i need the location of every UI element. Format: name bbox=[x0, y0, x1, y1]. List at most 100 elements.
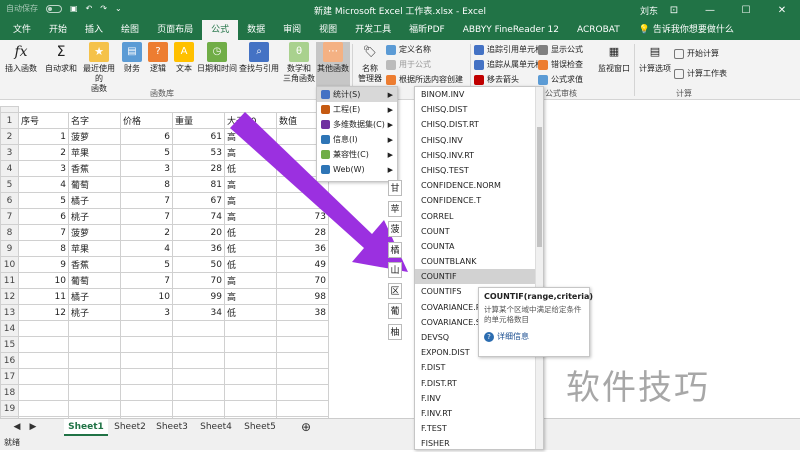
more-functions-button[interactable]: ⋯ 其他函数 bbox=[316, 42, 350, 86]
cell[interactable]: 28 bbox=[172, 160, 225, 177]
cell[interactable]: 28 bbox=[276, 224, 329, 241]
cell[interactable]: 7 bbox=[120, 192, 173, 209]
tab-draw[interactable]: 绘图 bbox=[112, 20, 148, 40]
cell[interactable] bbox=[172, 336, 225, 353]
row-header[interactable]: 1 bbox=[0, 112, 19, 129]
minimize-icon[interactable]: — bbox=[692, 0, 728, 20]
cell[interactable] bbox=[120, 368, 173, 385]
cell[interactable]: 低 bbox=[224, 256, 277, 273]
cell[interactable]: 香蕉 bbox=[68, 160, 121, 177]
partial-cell[interactable]: 山 bbox=[388, 262, 402, 278]
menu-item-web[interactable]: Web(W) ▶ bbox=[317, 162, 397, 177]
show-formulas-button[interactable]: 显示公式 bbox=[538, 44, 583, 55]
cell[interactable]: 低 bbox=[224, 304, 277, 321]
cell[interactable]: 6 bbox=[18, 208, 69, 225]
cell[interactable]: 苹果 bbox=[68, 144, 121, 161]
scroll-prev-sheet-icon[interactable]: ◀ bbox=[10, 419, 24, 436]
row-header[interactable]: 2 bbox=[0, 128, 19, 145]
cell[interactable]: 20 bbox=[172, 224, 225, 241]
error-check-button[interactable]: 错误检查 bbox=[538, 59, 583, 70]
row-header[interactable]: 12 bbox=[0, 288, 19, 305]
cell[interactable]: 苹果 bbox=[68, 240, 121, 257]
cell[interactable]: 桃子 bbox=[68, 208, 121, 225]
row-header[interactable]: 4 bbox=[0, 160, 19, 177]
tab-developer[interactable]: 开发工具 bbox=[346, 20, 400, 40]
cell[interactable] bbox=[18, 400, 69, 417]
cell[interactable]: 高 bbox=[224, 144, 277, 161]
close-icon[interactable]: ✕ bbox=[764, 0, 800, 20]
function-item[interactable]: FISHER bbox=[415, 436, 543, 451]
cell[interactable] bbox=[172, 384, 225, 401]
tab-home[interactable]: 开始 bbox=[40, 20, 76, 40]
cell[interactable]: 重量 bbox=[172, 112, 225, 129]
cell[interactable]: 2 bbox=[18, 144, 69, 161]
cell[interactable] bbox=[68, 352, 121, 369]
cell[interactable] bbox=[68, 320, 121, 337]
function-item[interactable]: CONFIDENCE.NORM bbox=[415, 178, 543, 193]
tab-view[interactable]: 视图 bbox=[310, 20, 346, 40]
row-header[interactable]: 11 bbox=[0, 272, 19, 289]
cell[interactable]: 高 bbox=[224, 208, 277, 225]
menu-item-cube[interactable]: 多维数据集(C) ▶ bbox=[317, 117, 397, 132]
cell[interactable]: 葡萄 bbox=[68, 272, 121, 289]
cell[interactable]: 61 bbox=[172, 128, 225, 145]
cell[interactable] bbox=[18, 352, 69, 369]
cell-table[interactable]: 1 序号 名字 价格 重量 大于50 数值 2 1 菠萝 6 61 高 3 2 苹果 5 53 高 4 3 香蕉 3 28 低 5… bbox=[0, 106, 329, 433]
function-item[interactable]: CHISQ.DIST bbox=[415, 102, 543, 117]
remove-arrows-button[interactable]: 移去箭头 bbox=[474, 74, 519, 85]
cell[interactable]: 大于50 bbox=[224, 112, 277, 129]
cell[interactable]: 67 bbox=[276, 192, 329, 209]
cell[interactable] bbox=[120, 400, 173, 417]
cell[interactable]: 高 bbox=[224, 272, 277, 289]
text-button[interactable]: A 文本 bbox=[172, 42, 196, 74]
cell[interactable]: 序号 bbox=[18, 112, 69, 129]
cell[interactable] bbox=[224, 384, 277, 401]
cell[interactable]: 36 bbox=[276, 240, 329, 257]
tab-data[interactable]: 数据 bbox=[238, 20, 274, 40]
cell[interactable]: 70 bbox=[276, 272, 329, 289]
row-header[interactable]: 10 bbox=[0, 256, 19, 273]
row-header[interactable]: 19 bbox=[0, 400, 19, 417]
tab-acrobat[interactable]: ACROBAT bbox=[568, 20, 629, 40]
cell[interactable]: 99 bbox=[172, 288, 225, 305]
cell[interactable] bbox=[224, 320, 277, 337]
tab-page-layout[interactable]: 页面布局 bbox=[148, 20, 202, 40]
function-item[interactable]: COUNTA bbox=[415, 239, 543, 254]
cell[interactable] bbox=[224, 336, 277, 353]
function-item[interactable]: F.DIST.RT bbox=[415, 376, 543, 391]
menu-item-compatibility[interactable]: 兼容性(C) ▶ bbox=[317, 147, 397, 162]
define-name-button[interactable]: 定义名称 bbox=[386, 44, 431, 55]
cell[interactable]: 4 bbox=[120, 240, 173, 257]
maximize-icon[interactable]: ☐ bbox=[728, 0, 764, 20]
lookup-button[interactable]: ⌕ 查找与引用 bbox=[238, 42, 280, 74]
cell[interactable]: 名字 bbox=[68, 112, 121, 129]
trace-precedents-button[interactable]: 追踪引用单元格 bbox=[474, 44, 543, 55]
cell[interactable]: 低 bbox=[224, 224, 277, 241]
row-header[interactable]: 6 bbox=[0, 192, 19, 209]
cell[interactable]: 74 bbox=[172, 208, 225, 225]
cell[interactable]: 10 bbox=[120, 288, 173, 305]
cell[interactable]: 73 bbox=[276, 208, 329, 225]
cell[interactable] bbox=[276, 400, 329, 417]
cell[interactable]: 8 bbox=[120, 176, 173, 193]
function-item[interactable]: COUNTIF bbox=[415, 269, 543, 285]
cell[interactable] bbox=[172, 352, 225, 369]
function-item[interactable]: F.INV.RT bbox=[415, 406, 543, 421]
cell[interactable]: 2 bbox=[120, 224, 173, 241]
cell[interactable]: 3 bbox=[120, 304, 173, 321]
cell[interactable]: 67 bbox=[172, 192, 225, 209]
partial-cell[interactable]: 区 bbox=[388, 282, 402, 299]
cell[interactable]: 7 bbox=[120, 272, 173, 289]
menu-item-information[interactable]: 信息(I) ▶ bbox=[317, 132, 397, 147]
cell[interactable]: 价格 bbox=[120, 112, 173, 129]
partial-cell[interactable]: 橘 bbox=[388, 241, 402, 258]
cell[interactable]: 11 bbox=[18, 288, 69, 305]
cell[interactable]: 5 bbox=[120, 144, 173, 161]
menu-item-statistical[interactable]: 统计(S) ▶ bbox=[317, 87, 397, 102]
use-in-formula-button[interactable]: 用于公式 bbox=[386, 59, 431, 70]
partial-cell[interactable]: 苹 bbox=[388, 200, 402, 217]
cell[interactable] bbox=[172, 400, 225, 417]
sheet-tab-2[interactable]: Sheet2 bbox=[110, 419, 150, 436]
cell[interactable]: 桃子 bbox=[68, 304, 121, 321]
cell[interactable] bbox=[224, 352, 277, 369]
